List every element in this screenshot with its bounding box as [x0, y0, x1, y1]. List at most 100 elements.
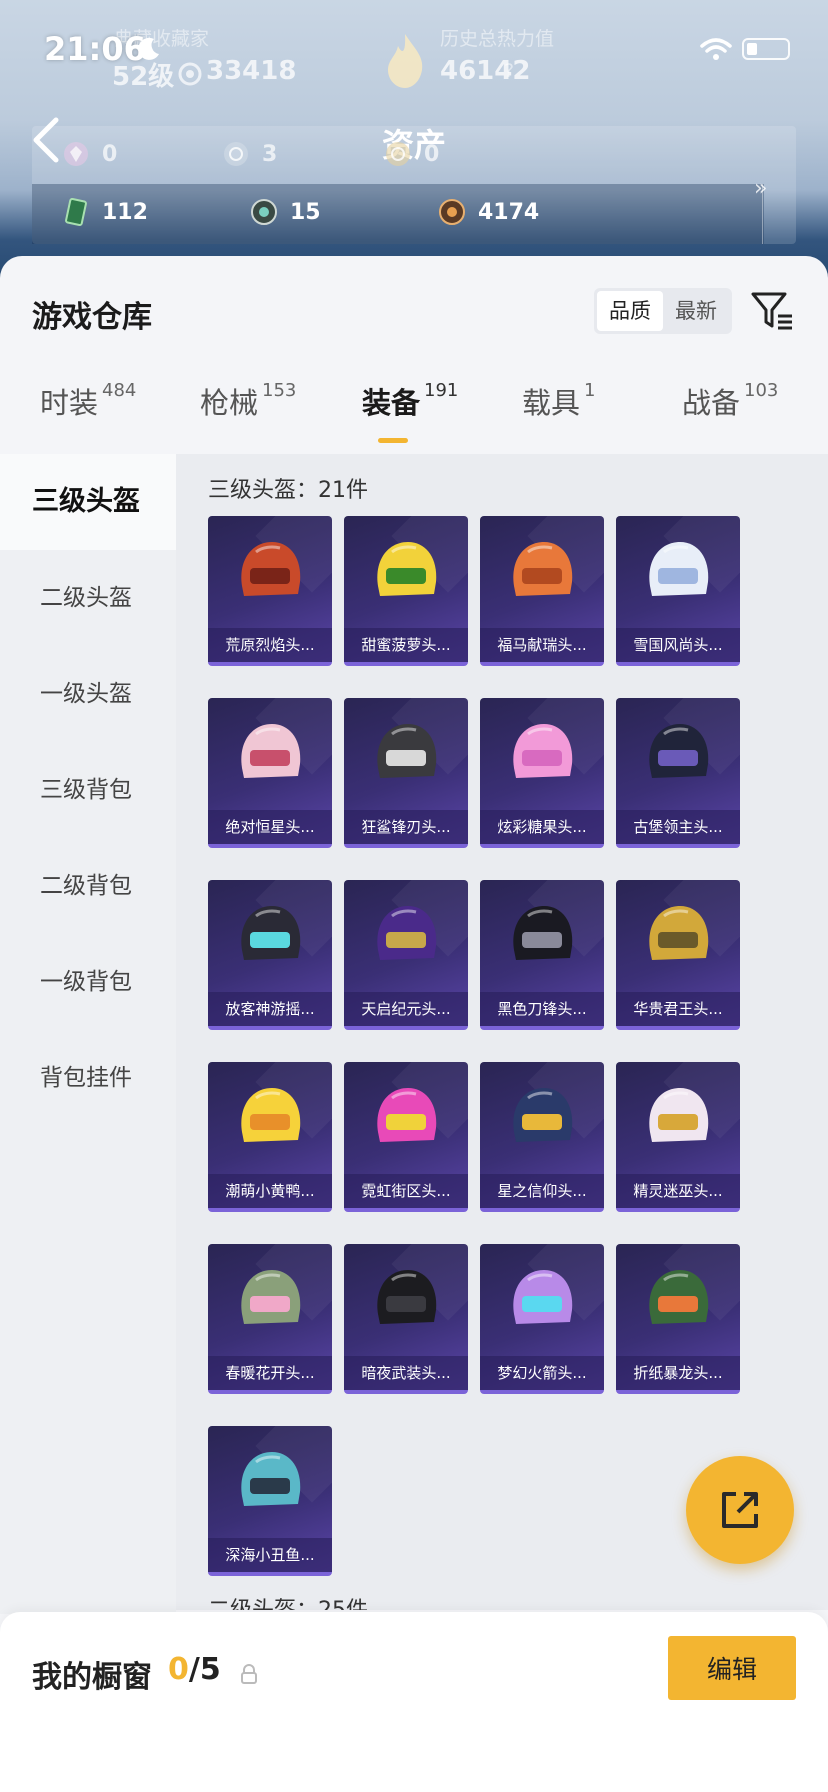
item-name: 春暖花开头... — [208, 1356, 332, 1390]
status-time: 21:06 — [44, 30, 146, 68]
item-card[interactable]: 梦幻火箭头... — [480, 1244, 604, 1394]
sidebar-item-level3-backpack[interactable]: 三级背包 — [0, 742, 176, 838]
filter-icon[interactable] — [750, 290, 794, 332]
helmet-icon — [377, 1088, 437, 1142]
item-name: 深海小丑鱼... — [208, 1538, 332, 1572]
item-name: 福马献瑞头... — [480, 628, 604, 662]
share-button[interactable] — [686, 1456, 794, 1564]
sidebar-item-level2-helmet[interactable]: 二级头盔 — [0, 550, 176, 646]
item-name: 天启纪元头... — [344, 992, 468, 1026]
tab-count: 103 — [744, 380, 779, 401]
helmet-icon — [649, 1088, 709, 1142]
resource-item: 0 — [62, 140, 117, 168]
helmet-icon — [241, 1452, 301, 1506]
tab-label: 载具 — [522, 386, 581, 420]
item-card[interactable]: 炫彩糖果头... — [480, 698, 604, 848]
helmet-icon — [649, 1270, 709, 1324]
item-card[interactable]: 黑色刀锋头... — [480, 880, 604, 1030]
helmet-icon — [241, 1270, 301, 1324]
screen: { "status_bar": { "time": "21:06" }, "he… — [0, 0, 828, 1792]
item-card[interactable]: 折纸暴龙头... — [616, 1244, 740, 1394]
helmet-icon — [513, 906, 573, 960]
item-card[interactable]: 古堡领主头... — [616, 698, 740, 848]
tab-guns[interactable]: 枪械 153 — [200, 380, 296, 422]
item-card[interactable]: 精灵迷巫头... — [616, 1062, 740, 1212]
item-card[interactable]: 星之信仰头... — [480, 1062, 604, 1212]
item-card[interactable]: 春暖花开头... — [208, 1244, 332, 1394]
card-icon — [65, 198, 87, 226]
item-name: 霓虹街区头... — [344, 1174, 468, 1208]
bronze-coin-icon — [439, 199, 465, 225]
item-card[interactable]: 甜蜜菠萝头... — [344, 516, 468, 666]
sidebar-item-backpack-charm[interactable]: 背包挂件 — [0, 1030, 176, 1126]
helmet-icon — [241, 1088, 301, 1142]
item-name: 绝对恒星头... — [208, 810, 332, 844]
helmet-icon — [649, 542, 709, 596]
item-card[interactable]: 绝对恒星头... — [208, 698, 332, 848]
item-name: 放客神游摇... — [208, 992, 332, 1026]
tab-fashion[interactable]: 时装 484 — [40, 380, 136, 422]
showcase-label: 我的橱窗 — [32, 1660, 152, 1695]
wifi-icon — [700, 38, 732, 60]
tab-equipment[interactable]: 装备 191 — [362, 380, 458, 422]
helmet-icon — [513, 724, 573, 778]
item-name: 华贵君王头... — [616, 992, 740, 1026]
helmet-icon — [513, 1270, 573, 1324]
resource-value: 3 — [262, 141, 278, 167]
sidebar-item-level2-backpack[interactable]: 二级背包 — [0, 838, 176, 934]
item-card[interactable]: 华贵君王头... — [616, 880, 740, 1030]
sidebar-item-level1-backpack[interactable]: 一级背包 — [0, 934, 176, 1030]
edit-button[interactable]: 编辑 — [668, 1636, 796, 1700]
item-card[interactable]: 放客神游摇... — [208, 880, 332, 1030]
more-resources-button[interactable]: » — [754, 176, 767, 201]
tab-label: 装备 — [362, 386, 421, 420]
resource-item: 0 — [384, 140, 439, 168]
item-card[interactable]: 天启纪元头... — [344, 880, 468, 1030]
item-name: 黑色刀锋头... — [480, 992, 604, 1026]
sidebar-item-level3-helmet[interactable]: 三级头盔 — [0, 454, 176, 550]
resource-value: 4174 — [478, 199, 540, 225]
subcategory-sidebar: 三级头盔 二级头盔 一级头盔 三级背包 二级背包 一级背包 背包挂件 — [0, 454, 176, 1614]
item-name: 折纸暴龙头... — [616, 1356, 740, 1390]
item-card[interactable]: 雪国风尚头... — [616, 516, 740, 666]
resource-item: 3 — [222, 140, 277, 168]
item-card[interactable]: 荒原烈焰头... — [208, 516, 332, 666]
showcase-used: 0 — [168, 1652, 189, 1687]
helmet-icon — [649, 724, 709, 778]
tab-vehicles[interactable]: 载具 1 — [522, 380, 595, 422]
helmet-icon — [377, 906, 437, 960]
sort-newest-option[interactable]: 最新 — [663, 291, 729, 331]
resource-value: 0 — [102, 141, 118, 167]
item-card[interactable]: 潮萌小黄鸭... — [208, 1062, 332, 1212]
history-label: 历史总热力值 — [440, 28, 555, 50]
sort-toggle: 品质 最新 — [594, 288, 732, 334]
item-card[interactable]: 暗夜武装头... — [344, 1244, 468, 1394]
tab-label: 战备 — [682, 386, 741, 420]
coin-icon — [224, 142, 248, 166]
active-tab-indicator — [378, 438, 408, 443]
next-section-title: 二级头盔：25件 — [208, 1592, 368, 1610]
points-icon — [178, 62, 202, 86]
diamond-icon — [64, 142, 88, 166]
sidebar-item-level1-helmet[interactable]: 一级头盔 — [0, 646, 176, 742]
tab-count: 484 — [102, 380, 137, 401]
help-icon[interactable]: ? — [504, 60, 514, 82]
item-card[interactable]: 狂鲨锋刃头... — [344, 698, 468, 848]
tab-count: 153 — [262, 380, 297, 401]
resource-value: 0 — [424, 141, 440, 167]
item-name: 炫彩糖果头... — [480, 810, 604, 844]
helmet-icon — [377, 724, 437, 778]
battery-icon — [742, 38, 790, 60]
sort-quality-option[interactable]: 品质 — [597, 291, 663, 331]
item-card[interactable]: 福马献瑞头... — [480, 516, 604, 666]
section-title: 三级头盔：21件 — [208, 478, 368, 503]
helmet-icon — [649, 906, 709, 960]
showcase-total: /5 — [188, 1652, 221, 1687]
showcase-count: 0/5 — [168, 1652, 221, 1687]
resource-value: 112 — [102, 199, 148, 225]
item-card[interactable]: 霓虹街区头... — [344, 1062, 468, 1212]
tab-combat-supplies[interactable]: 战备 103 — [682, 380, 778, 422]
flame-icon — [388, 34, 423, 88]
resource-value: 15 — [290, 199, 321, 225]
item-card[interactable]: 深海小丑鱼... — [208, 1426, 332, 1576]
